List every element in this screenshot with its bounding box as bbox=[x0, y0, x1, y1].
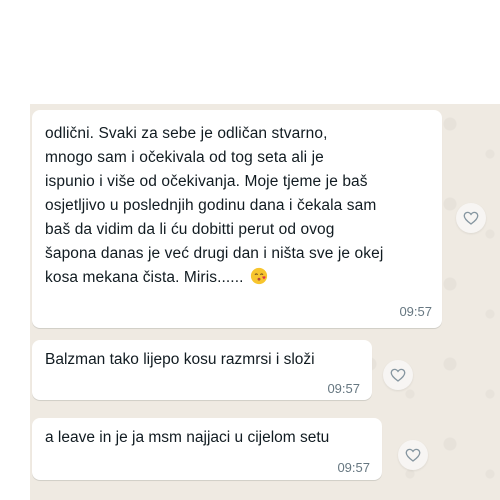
react-button[interactable] bbox=[398, 440, 428, 470]
react-button[interactable] bbox=[456, 203, 486, 233]
incoming-message[interactable]: Balzman tako lijepo kosu razmrsi i složi… bbox=[32, 340, 372, 400]
message-time: 09:57 bbox=[327, 381, 360, 396]
chat-screen: odlični. Svaki za sebe je odličan stvarn… bbox=[0, 0, 500, 500]
message-line: šapona danas je već drugi dan i ništa sv… bbox=[45, 245, 384, 262]
message-line: mnogo sam i očekivala od tog seta ali je bbox=[45, 149, 324, 166]
message-time: 09:57 bbox=[337, 460, 370, 475]
heart-outline-icon bbox=[463, 211, 479, 225]
top-blank-area bbox=[0, 0, 500, 104]
message-line: osjetljivo u poslednjih godinu dana i če… bbox=[45, 197, 377, 214]
heart-outline-icon bbox=[390, 368, 406, 382]
incoming-message[interactable]: odlični. Svaki za sebe je odličan stvarn… bbox=[32, 110, 442, 328]
message-text: odlični. Svaki za sebe je odličan stvarn… bbox=[45, 122, 435, 290]
react-button[interactable] bbox=[383, 360, 413, 390]
message-line: kosa mekana čista. Miris...... bbox=[45, 269, 244, 286]
kissing-face-emoji bbox=[250, 267, 268, 285]
message-time: 09:57 bbox=[399, 304, 432, 319]
incoming-message[interactable]: a leave in je ja msm najjaci u cijelom s… bbox=[32, 418, 382, 480]
message-text: Balzman tako lijepo kosu razmrsi i složi bbox=[45, 351, 315, 368]
message-line: odlični. Svaki za sebe je odličan stvarn… bbox=[45, 125, 328, 142]
message-text: a leave in je ja msm najjaci u cijelom s… bbox=[45, 429, 330, 446]
message-line: baš da vidim da li ću dobitti perut od o… bbox=[45, 221, 335, 238]
message-line: ispunio i više od očekivanja. Moje tjeme… bbox=[45, 173, 368, 190]
heart-outline-icon bbox=[405, 448, 421, 462]
